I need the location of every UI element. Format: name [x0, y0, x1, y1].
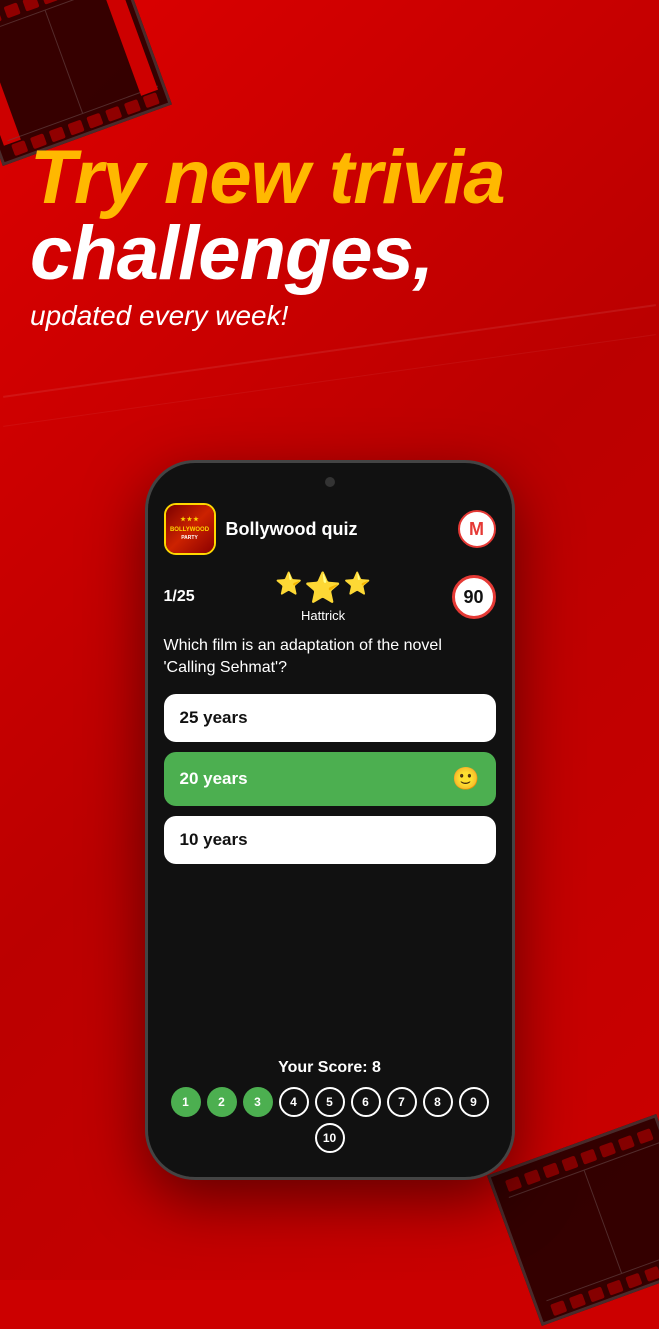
answer-option-1[interactable]: 25 years	[164, 694, 496, 742]
star-2: ⭐	[304, 571, 341, 606]
hero-line2: challenges,	[30, 216, 629, 292]
score-dots: 1 2 3 4 5 6 7 8 9 10	[164, 1087, 496, 1153]
progress-row: 1/25 ⭐ ⭐ ⭐ Hattrick 90	[164, 571, 496, 623]
quiz-icon: ★ ★ ★ BOLLYWOOD PARTY	[164, 503, 216, 555]
correct-emoji: 🙂	[452, 766, 479, 792]
score-dot-4[interactable]: 4	[279, 1087, 309, 1117]
hattrick-label: Hattrick	[301, 608, 345, 623]
score-dot-2[interactable]: 2	[207, 1087, 237, 1117]
score-section: Your Score: 8 1 2 3 4 5 6 7 8 9 10	[164, 1059, 496, 1161]
question-text: Which film is an adaptation of the novel…	[164, 635, 496, 680]
score-dot-7[interactable]: 7	[387, 1087, 417, 1117]
timer-circle: 90	[452, 575, 496, 619]
question-number: 1/25	[164, 588, 195, 606]
answer-text-2: 20 years	[180, 769, 248, 789]
stars-row: ⭐ ⭐ ⭐	[275, 571, 371, 606]
phone-camera	[325, 477, 335, 487]
score-dot-3[interactable]: 3	[243, 1087, 273, 1117]
hero-subtitle: updated every week!	[30, 300, 629, 332]
phone-frame: ★ ★ ★ BOLLYWOOD PARTY Bollywood quiz M 1…	[145, 460, 515, 1180]
hero-line1: Try new trivia	[30, 140, 629, 216]
answer-option-2[interactable]: 20 years 🙂	[164, 752, 496, 806]
phone-screen: ★ ★ ★ BOLLYWOOD PARTY Bollywood quiz M 1…	[148, 463, 512, 1177]
phone-mockup: ★ ★ ★ BOLLYWOOD PARTY Bollywood quiz M 1…	[145, 460, 515, 1180]
stars-container: ⭐ ⭐ ⭐ Hattrick	[275, 571, 371, 623]
star-1: ⭐	[275, 571, 302, 606]
score-dot-10[interactable]: 10	[315, 1123, 345, 1153]
quiz-header: ★ ★ ★ BOLLYWOOD PARTY Bollywood quiz M	[164, 503, 496, 555]
score-dot-9[interactable]: 9	[459, 1087, 489, 1117]
score-dot-8[interactable]: 8	[423, 1087, 453, 1117]
hero-section: Try new trivia challenges, updated every…	[30, 140, 629, 332]
user-avatar: M	[458, 510, 496, 548]
star-3: ⭐	[344, 571, 371, 606]
score-dot-1[interactable]: 1	[171, 1087, 201, 1117]
answer-option-3[interactable]: 10 years	[164, 816, 496, 864]
quiz-title-label: Bollywood quiz	[226, 519, 448, 540]
score-dot-6[interactable]: 6	[351, 1087, 381, 1117]
score-dot-5[interactable]: 5	[315, 1087, 345, 1117]
score-label: Your Score: 8	[164, 1059, 496, 1077]
answer-text-3: 10 years	[180, 830, 248, 850]
answer-text-1: 25 years	[180, 708, 248, 728]
